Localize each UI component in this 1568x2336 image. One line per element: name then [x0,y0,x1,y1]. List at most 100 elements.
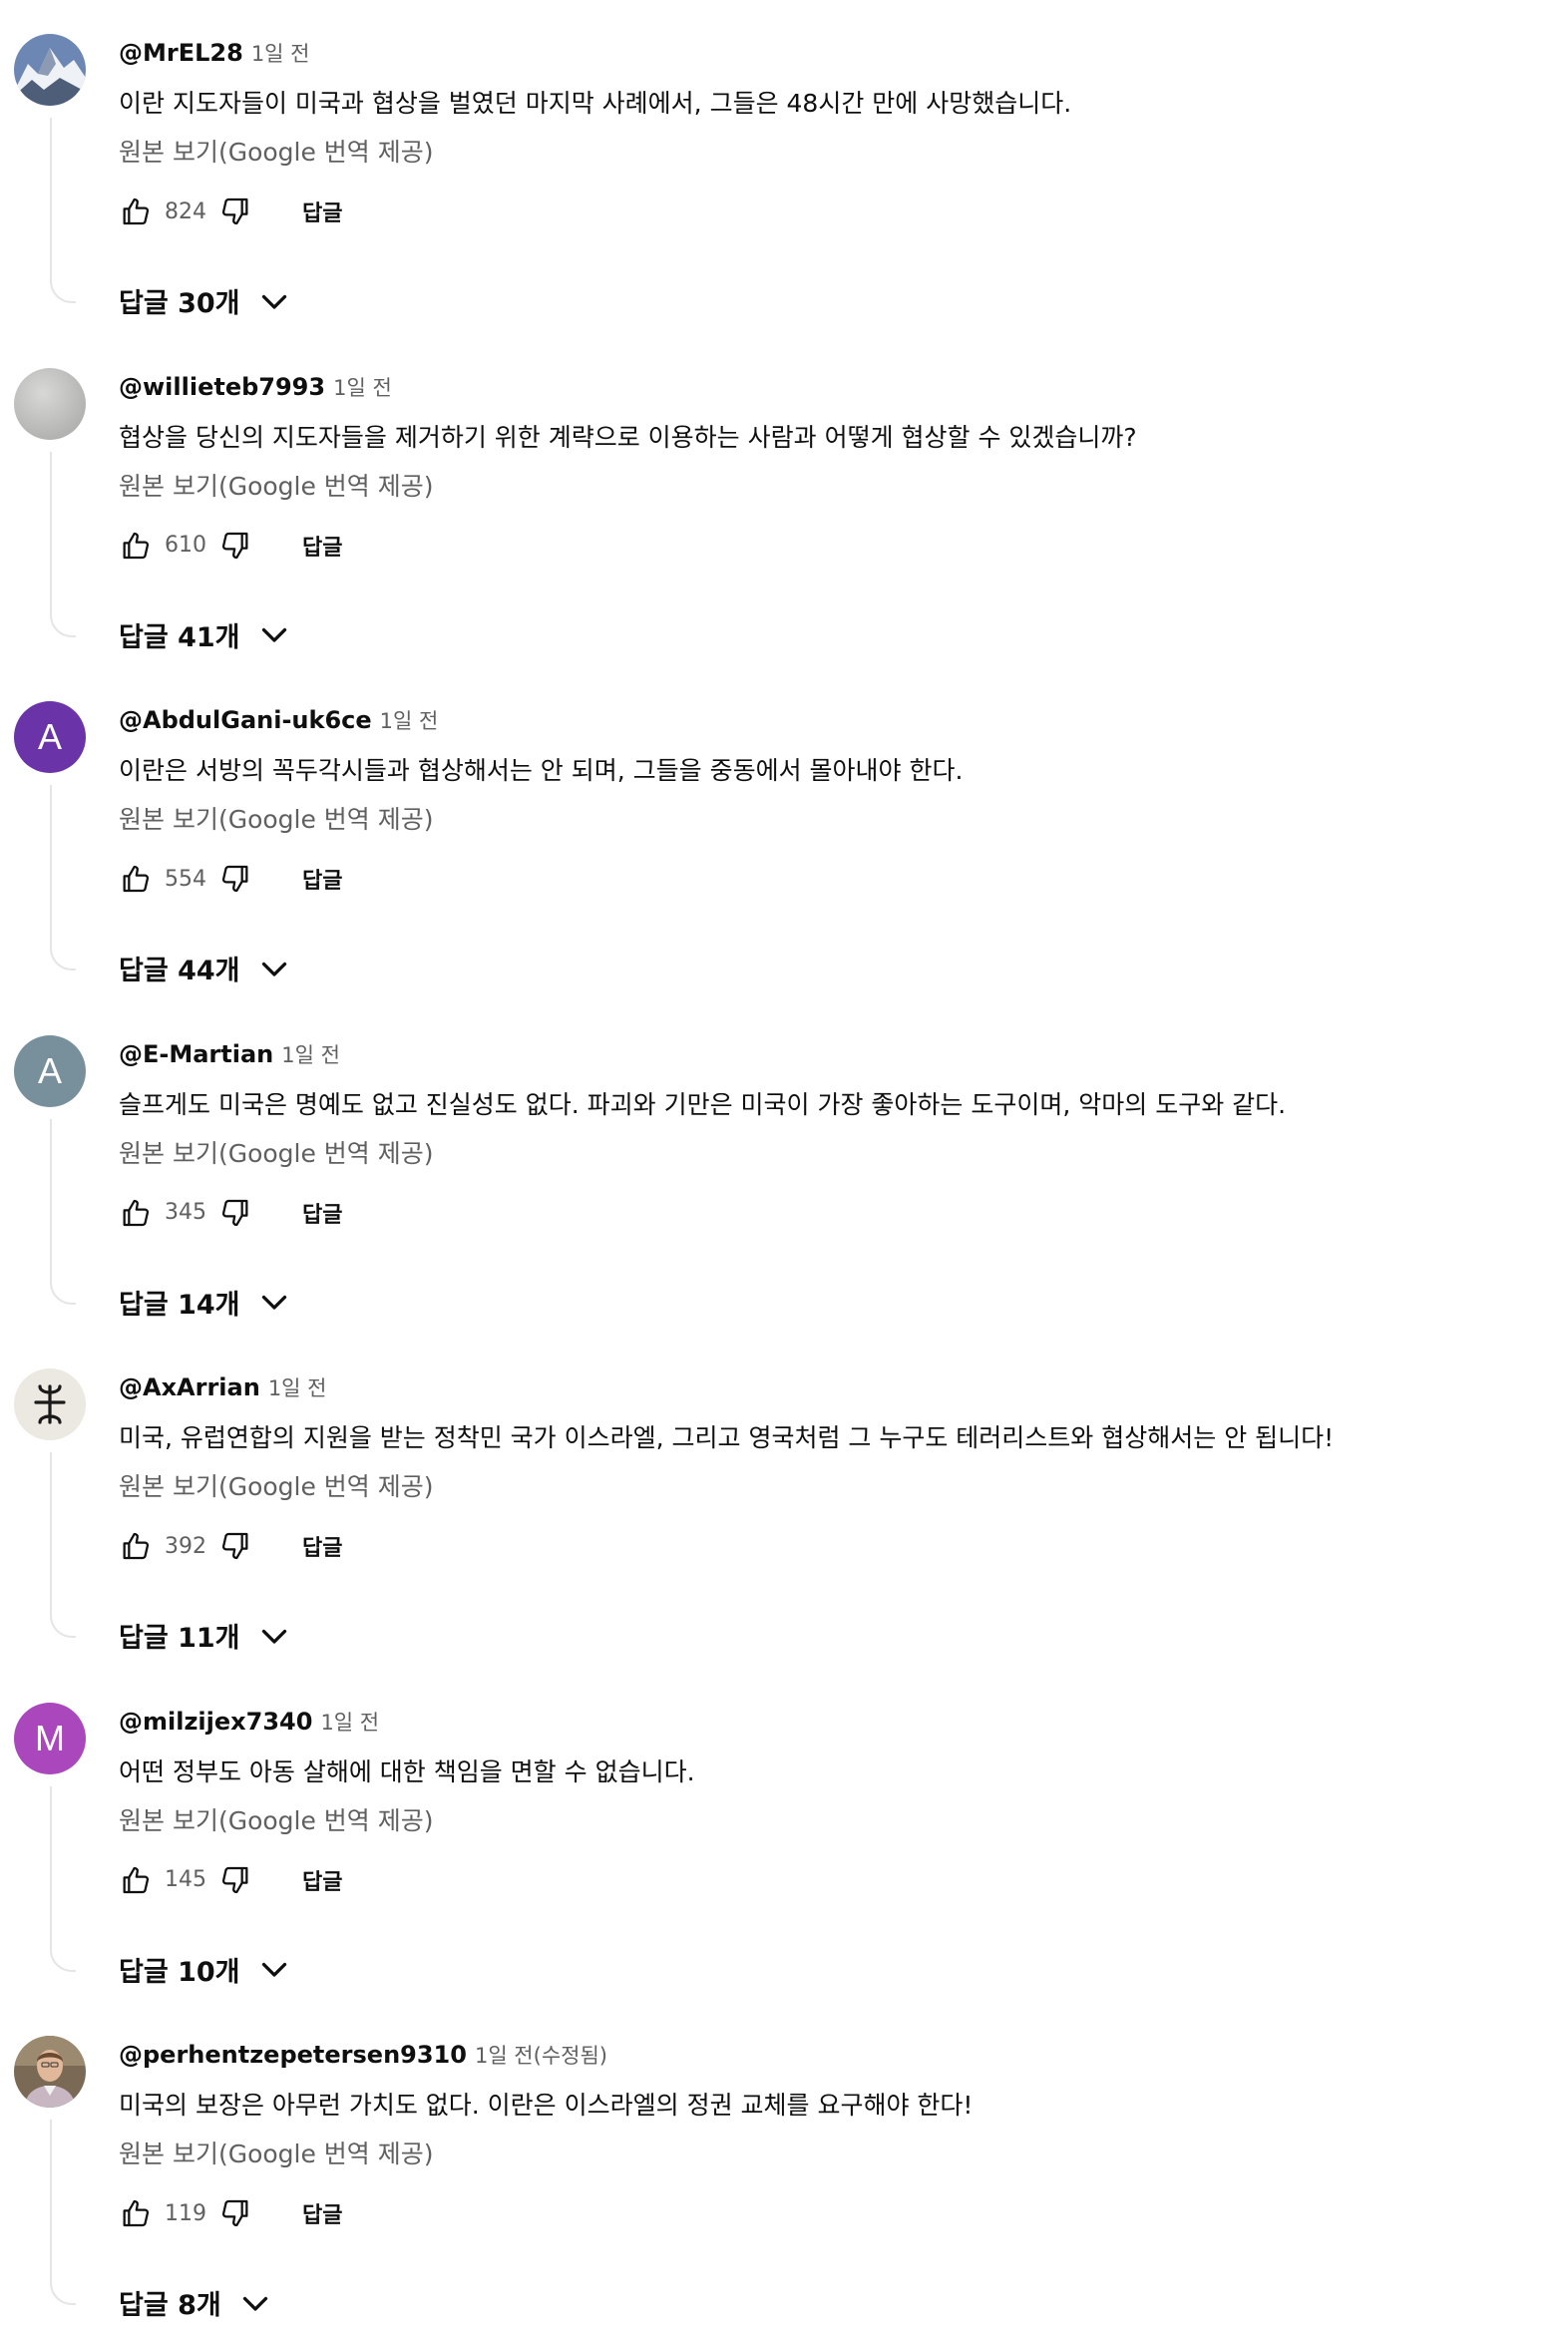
thumbs-down-icon [221,865,248,893]
avatar[interactable] [14,2036,86,2108]
avatar[interactable]: A [14,1034,86,1107]
thumbs-down-icon [221,1866,248,1893]
chevron-down-icon [237,2285,273,2321]
dislike-button[interactable] [218,2196,252,2230]
reply-button[interactable]: 답글 [302,1864,342,1896]
comment-author[interactable]: @AxArrian [119,1373,260,1401]
view-replies-button[interactable]: 답글 30개 [119,281,292,320]
dislike-button[interactable] [218,195,252,228]
comment-time[interactable]: 1일 전 [320,1711,379,1735]
comment-actions: 824 답글 [119,192,342,231]
comment-time[interactable]: 1일 전(수정됨) [475,2044,607,2068]
replies-count-label: 답글 10개 [119,1956,240,1988]
replies-count-label: 답글 11개 [119,1623,240,1654]
like-count: 119 [165,2200,206,2226]
comment-time[interactable]: 1일 전 [281,1043,340,1067]
avatar[interactable] [14,1368,86,1440]
view-replies-button[interactable]: 답글 41개 [119,615,292,654]
like-button[interactable] [119,529,153,563]
comment-author[interactable]: @AbdulGani-uk6ce [119,706,372,734]
comment-thread: @MrEL28 1일 전 이란 지도자들이 미국과 협상을 벌였던 마지막 사례에… [0,0,1568,334]
comment-author[interactable]: @milzijex7340 [119,1708,312,1736]
replies-count-label: 답글 8개 [119,2290,221,2321]
avatar-letter: A [37,716,62,757]
comment-text: 미국의 보장은 아무런 가치도 없다. 이란은 이스라엘의 정권 교체를 요구해… [119,2091,974,2120]
view-replies-button[interactable]: 답글 14개 [119,1283,292,1322]
avatar-letter: A [37,1049,62,1091]
view-replies-button[interactable]: 답글 11개 [119,1616,292,1655]
avatar[interactable]: M [14,1702,86,1774]
thread-line [50,118,76,303]
avatar[interactable] [14,367,86,440]
like-button[interactable] [119,1196,153,1230]
thumbs-up-icon [123,1532,150,1560]
comment-author[interactable]: @E-Martian [119,1040,273,1068]
thumbs-down-icon [221,197,248,225]
comments-list: @MrEL28 1일 전 이란 지도자들이 미국과 협상을 벌였던 마지막 사례에… [0,0,1568,2336]
view-original-link[interactable]: 원본 보기(Google 번역 제공) [119,133,434,169]
comment-thread: @perhentzepetersen9310 1일 전(수정됨) 미국의 보장은 … [0,2002,1568,2336]
reply-button[interactable]: 답글 [302,195,342,227]
thumbs-up-icon [123,865,150,893]
comment-thread: A @AbdulGani-uk6ce 1일 전 이란은 서방의 꼭두각시들과 협상… [0,667,1568,1001]
dislike-button[interactable] [218,862,252,896]
replies-count-label: 답글 14개 [119,1289,240,1321]
like-count: 145 [165,1867,206,1892]
thumbs-down-icon [221,1199,248,1226]
view-replies-button[interactable]: 답글 44개 [119,949,292,987]
comment-time[interactable]: 1일 전 [251,42,310,66]
dislike-button[interactable] [218,529,252,563]
thumbs-up-icon [123,2199,150,2227]
reply-button[interactable]: 답글 [302,1530,342,1562]
comment-time[interactable]: 1일 전 [380,709,439,733]
comment-author[interactable]: @perhentzepetersen9310 [119,2041,467,2069]
chevron-down-icon [256,1284,292,1320]
reply-button[interactable]: 답글 [302,2197,342,2229]
view-original-link[interactable]: 원본 보기(Google 번역 제공) [119,1801,434,1837]
thumbs-up-icon [123,1866,150,1893]
like-button[interactable] [119,1863,153,1897]
thumbs-up-icon [123,532,150,559]
thread-line [50,1452,76,1638]
avatar[interactable] [14,34,86,106]
comment-time[interactable]: 1일 전 [333,376,392,400]
comment-time[interactable]: 1일 전 [268,1376,327,1400]
thread-line [50,1785,76,1972]
reply-button[interactable]: 답글 [302,530,342,562]
comment-author[interactable]: @MrEL28 [119,39,243,67]
view-original-link[interactable]: 원본 보기(Google 번역 제공) [119,2135,434,2170]
dislike-button[interactable] [218,1529,252,1563]
avatar-letter: M [35,1717,65,1758]
like-count: 345 [165,1200,206,1225]
avatar[interactable]: A [14,701,86,773]
dislike-button[interactable] [218,1863,252,1897]
person-photo-icon [14,2036,86,2108]
replies-count-label: 답글 44개 [119,956,240,986]
view-original-link[interactable]: 원본 보기(Google 번역 제공) [119,800,434,836]
thumbs-down-icon [221,2199,248,2227]
comment-actions: 610 답글 [119,526,342,566]
thumbs-up-icon [123,197,150,225]
view-original-link[interactable]: 원본 보기(Google 번역 제공) [119,1467,434,1503]
comment-actions: 119 답글 [119,2193,342,2233]
like-button[interactable] [119,195,153,228]
comment-actions: 345 답글 [119,1193,342,1233]
view-replies-button[interactable]: 답글 10개 [119,1950,292,1989]
like-button[interactable] [119,2196,153,2230]
like-button[interactable] [119,1529,153,1563]
view-original-link[interactable]: 원본 보기(Google 번역 제공) [119,1134,434,1170]
replies-count-label: 답글 30개 [119,288,240,319]
like-count: 392 [165,1533,206,1559]
comment-text: 어떤 정부도 아동 살해에 대한 책임을 면할 수 없습니다. [119,1756,695,1786]
view-original-link[interactable]: 원본 보기(Google 번역 제공) [119,467,434,503]
comment-author[interactable]: @willieteb7993 [119,373,325,401]
thumbs-up-icon [123,1199,150,1226]
like-button[interactable] [119,862,153,896]
amazigh-symbol-icon [14,1368,86,1440]
dislike-button[interactable] [218,1196,252,1230]
thumbs-down-icon [221,1532,248,1560]
view-replies-button[interactable]: 답글 8개 [119,2283,273,2322]
comment-actions: 392 답글 [119,1526,342,1566]
reply-button[interactable]: 답글 [302,1197,342,1229]
reply-button[interactable]: 답글 [302,863,342,895]
